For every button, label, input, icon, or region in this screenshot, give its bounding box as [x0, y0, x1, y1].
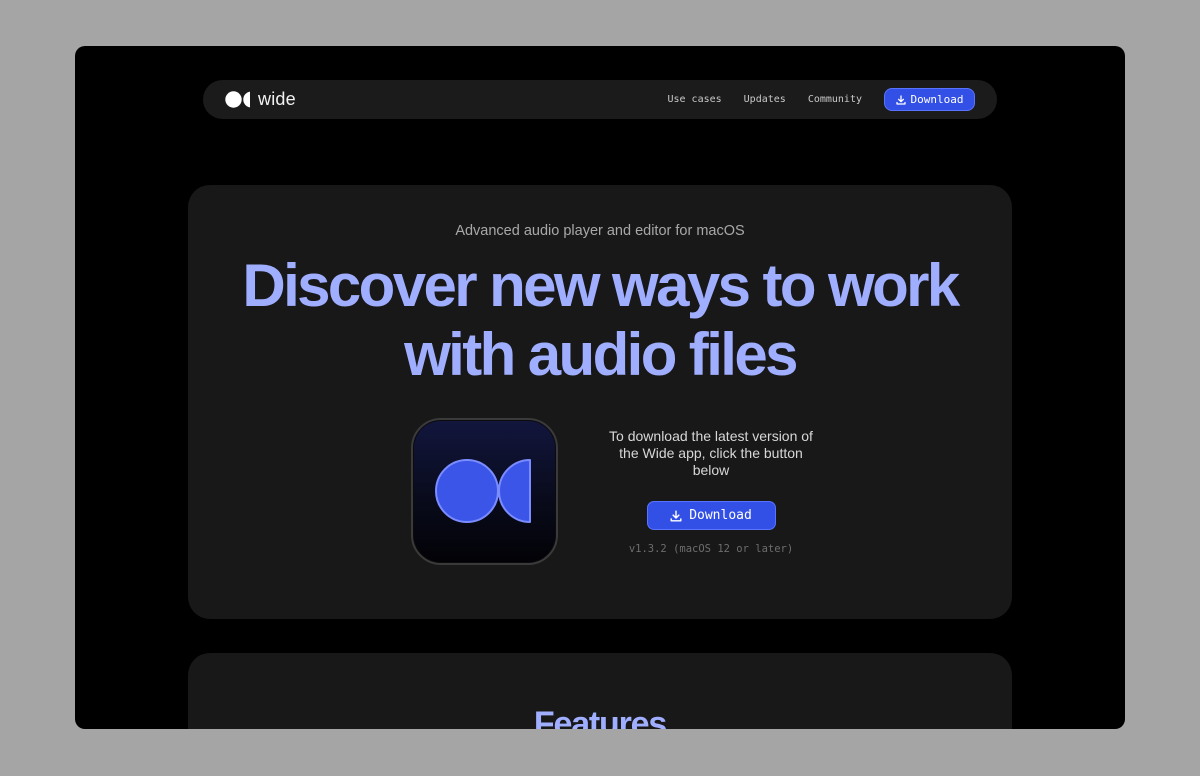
nav-link-community[interactable]: Community	[808, 94, 862, 105]
brand-name: wide	[258, 89, 296, 109]
nav-link-updates[interactable]: Updates	[744, 94, 786, 105]
features-card: Features	[188, 653, 1012, 729]
hero-title-line-2: with audio files	[404, 321, 798, 388]
hero-title: Discover new ways to work with audio fil…	[188, 251, 1012, 389]
nav-link-use-cases[interactable]: Use cases	[667, 94, 721, 105]
wide-app-icon	[411, 418, 558, 565]
brand-logo[interactable]: wide	[225, 90, 296, 109]
features-title: Features	[533, 705, 667, 729]
download-info: To download the latest version of the Wi…	[605, 428, 817, 555]
navbar: wide Use cases Updates Community Downloa…	[203, 80, 997, 119]
nav-download-button[interactable]: Download	[884, 88, 975, 111]
nav-download-label: Download	[910, 93, 964, 106]
version-info: v1.3.2 (macOS 12 or later)	[628, 543, 794, 555]
wide-logo-icon	[225, 91, 250, 108]
download-icon	[895, 94, 906, 105]
hero-download-button[interactable]: Download	[646, 501, 776, 530]
hero-download-label: Download	[689, 508, 752, 523]
hero-card: Advanced audio player and editor for mac…	[188, 185, 1012, 619]
download-icon	[670, 509, 682, 522]
hero-title-line-1: Discover new ways to work	[242, 252, 960, 319]
app-icon-glyph	[435, 459, 531, 523]
hero-subtitle: Advanced audio player and editor for mac…	[455, 223, 745, 239]
download-instructions: To download the latest version of the Wi…	[609, 428, 813, 478]
browser-frame: wide Use cases Updates Community Downloa…	[75, 46, 1125, 729]
nav-links: Use cases Updates Community Download	[645, 80, 975, 119]
